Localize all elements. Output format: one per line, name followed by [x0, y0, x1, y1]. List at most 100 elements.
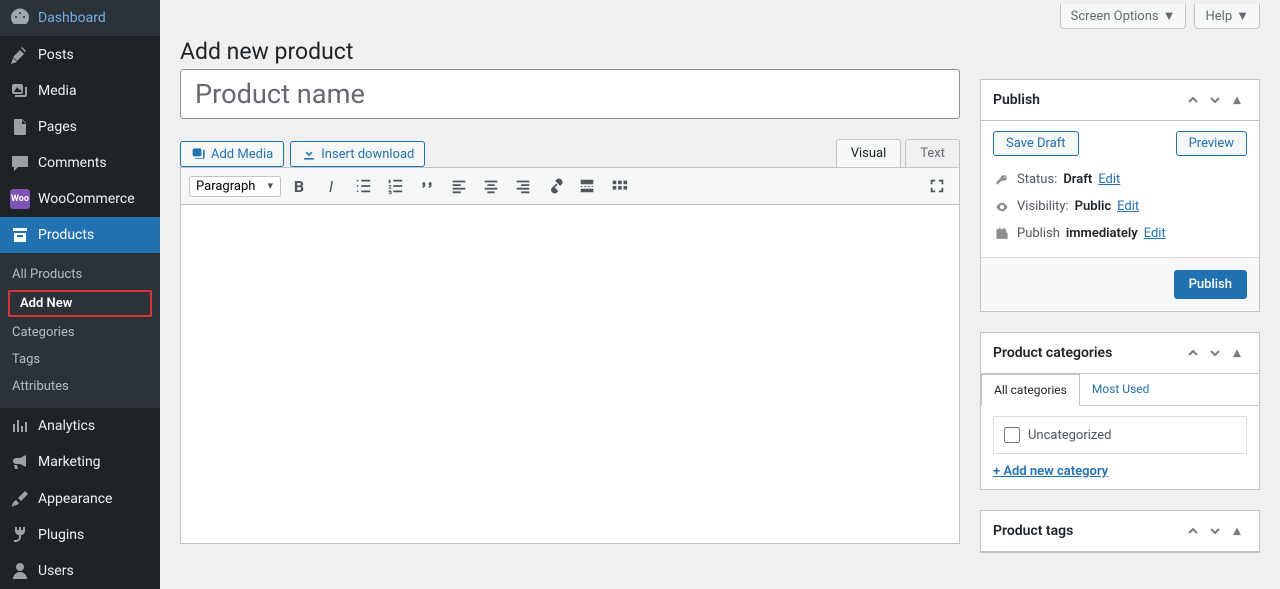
- archive-icon: [10, 225, 30, 245]
- sidebar-item-pages[interactable]: Pages: [0, 109, 160, 145]
- product-name-input[interactable]: [180, 69, 960, 119]
- sidebar-label: Marketing: [38, 454, 101, 470]
- sidebar-item-users[interactable]: Users: [0, 553, 160, 589]
- key-icon: [993, 173, 1011, 187]
- categories-metabox: Product categories ▴ All categories Most…: [980, 332, 1260, 490]
- status-label: Status:: [1017, 172, 1057, 187]
- caret-down-icon: ▼: [1236, 8, 1249, 24]
- sidebar-label: Pages: [38, 119, 77, 135]
- sidebar-item-marketing[interactable]: Marketing: [0, 444, 160, 480]
- sidebar-label: WooCommerce: [38, 191, 135, 207]
- align-right-button[interactable]: [509, 172, 537, 200]
- sidebar-item-analytics[interactable]: Analytics: [0, 408, 160, 444]
- link-button[interactable]: [541, 172, 569, 200]
- products-submenu: All Products Add New Categories Tags Att…: [0, 253, 160, 408]
- pages-icon: [10, 117, 30, 137]
- tab-text[interactable]: Text: [905, 139, 960, 167]
- numbered-list-button[interactable]: [381, 172, 409, 200]
- main-content: Screen Options ▼ Help ▼ Add new product …: [160, 0, 1280, 589]
- submenu-all-products[interactable]: All Products: [0, 261, 160, 288]
- toggle-panel-button[interactable]: ▴: [1227, 343, 1247, 363]
- add-media-button[interactable]: Add Media: [180, 141, 284, 167]
- top-bar: Screen Options ▼ Help ▼: [160, 0, 1280, 29]
- megaphone-icon: [10, 452, 30, 472]
- calendar-icon: [993, 227, 1011, 241]
- category-checkbox[interactable]: [1004, 427, 1020, 443]
- submenu-add-new[interactable]: Add New: [8, 290, 152, 317]
- preview-button[interactable]: Preview: [1176, 131, 1247, 156]
- editor-content-area[interactable]: [180, 204, 960, 544]
- sidebar-item-products[interactable]: Products: [0, 217, 160, 253]
- submenu-categories[interactable]: Categories: [0, 319, 160, 346]
- caret-down-icon: ▼: [1163, 8, 1176, 24]
- status-value: Draft: [1063, 172, 1092, 187]
- camera-music-icon: [191, 146, 207, 162]
- publish-button[interactable]: Publish: [1174, 270, 1247, 299]
- metabox-title: Product tags: [993, 523, 1073, 539]
- tab-all-categories[interactable]: All categories: [981, 374, 1080, 406]
- bold-button[interactable]: B: [285, 172, 313, 200]
- move-down-button[interactable]: [1205, 90, 1225, 110]
- sidebar-label: Appearance: [38, 491, 112, 507]
- sidebar-item-woocommerce[interactable]: Woo WooCommerce: [0, 181, 160, 217]
- align-left-button[interactable]: [445, 172, 473, 200]
- help-button[interactable]: Help ▼: [1194, 4, 1260, 29]
- woocommerce-icon: Woo: [10, 189, 30, 209]
- sidebar-item-appearance[interactable]: Appearance: [0, 481, 160, 517]
- edit-visibility-link[interactable]: Edit: [1117, 199, 1139, 214]
- move-down-button[interactable]: [1205, 343, 1225, 363]
- edit-schedule-link[interactable]: Edit: [1144, 226, 1166, 241]
- tab-visual[interactable]: Visual: [836, 139, 902, 167]
- sidebar-item-comments[interactable]: Comments: [0, 145, 160, 181]
- toolbar-toggle-button[interactable]: [605, 172, 633, 200]
- add-new-category-link[interactable]: + Add new category: [993, 464, 1108, 479]
- schedule-label: Publish: [1017, 226, 1060, 241]
- align-center-button[interactable]: [477, 172, 505, 200]
- screen-options-button[interactable]: Screen Options ▼: [1060, 4, 1187, 29]
- sidebar-label: Posts: [38, 47, 74, 63]
- toggle-panel-button[interactable]: ▴: [1227, 90, 1247, 110]
- submenu-attributes[interactable]: Attributes: [0, 373, 160, 400]
- blockquote-button[interactable]: [413, 172, 441, 200]
- chart-icon: [10, 416, 30, 436]
- tags-metabox: Product tags ▴: [980, 510, 1260, 553]
- sidebar-label: Users: [38, 563, 74, 579]
- user-icon: [10, 561, 30, 581]
- sidebar-label: Analytics: [38, 418, 95, 434]
- sidebar-item-media[interactable]: Media: [0, 73, 160, 109]
- fullscreen-button[interactable]: [923, 172, 951, 200]
- italic-button[interactable]: I: [317, 172, 345, 200]
- save-draft-button[interactable]: Save Draft: [993, 131, 1079, 156]
- eye-icon: [993, 200, 1011, 214]
- read-more-button[interactable]: [573, 172, 601, 200]
- gauge-icon: [10, 8, 30, 28]
- block-format-select[interactable]: Paragraph: [189, 176, 281, 197]
- visibility-label: Visibility:: [1017, 199, 1069, 214]
- button-label: Insert download: [321, 147, 414, 162]
- move-up-button[interactable]: [1183, 521, 1203, 541]
- sidebar-item-plugins[interactable]: Plugins: [0, 517, 160, 553]
- pin-icon: [10, 45, 30, 65]
- move-up-button[interactable]: [1183, 343, 1203, 363]
- tab-most-used[interactable]: Most Used: [1080, 374, 1162, 405]
- admin-sidebar: Dashboard Posts Media Pages Comments Woo…: [0, 0, 160, 589]
- category-list: Uncategorized: [993, 416, 1247, 454]
- sidebar-label: Comments: [38, 155, 107, 171]
- sidebar-item-posts[interactable]: Posts: [0, 37, 160, 73]
- metabox-title: Product categories: [993, 345, 1112, 361]
- bullet-list-button[interactable]: [349, 172, 377, 200]
- edit-status-link[interactable]: Edit: [1098, 172, 1120, 187]
- category-item-uncategorized[interactable]: Uncategorized: [1004, 427, 1236, 443]
- button-label: Add Media: [211, 147, 273, 162]
- move-down-button[interactable]: [1205, 521, 1225, 541]
- toggle-panel-button[interactable]: ▴: [1227, 521, 1247, 541]
- media-icon: [10, 81, 30, 101]
- comment-icon: [10, 153, 30, 173]
- publish-metabox: Publish ▴ Save Draft Preview Status: Dra…: [980, 79, 1260, 312]
- visibility-value: Public: [1075, 199, 1111, 214]
- move-up-button[interactable]: [1183, 90, 1203, 110]
- insert-download-button[interactable]: Insert download: [290, 141, 425, 167]
- sidebar-label: Plugins: [38, 527, 84, 543]
- submenu-tags[interactable]: Tags: [0, 346, 160, 373]
- sidebar-item-dashboard[interactable]: Dashboard: [0, 0, 160, 36]
